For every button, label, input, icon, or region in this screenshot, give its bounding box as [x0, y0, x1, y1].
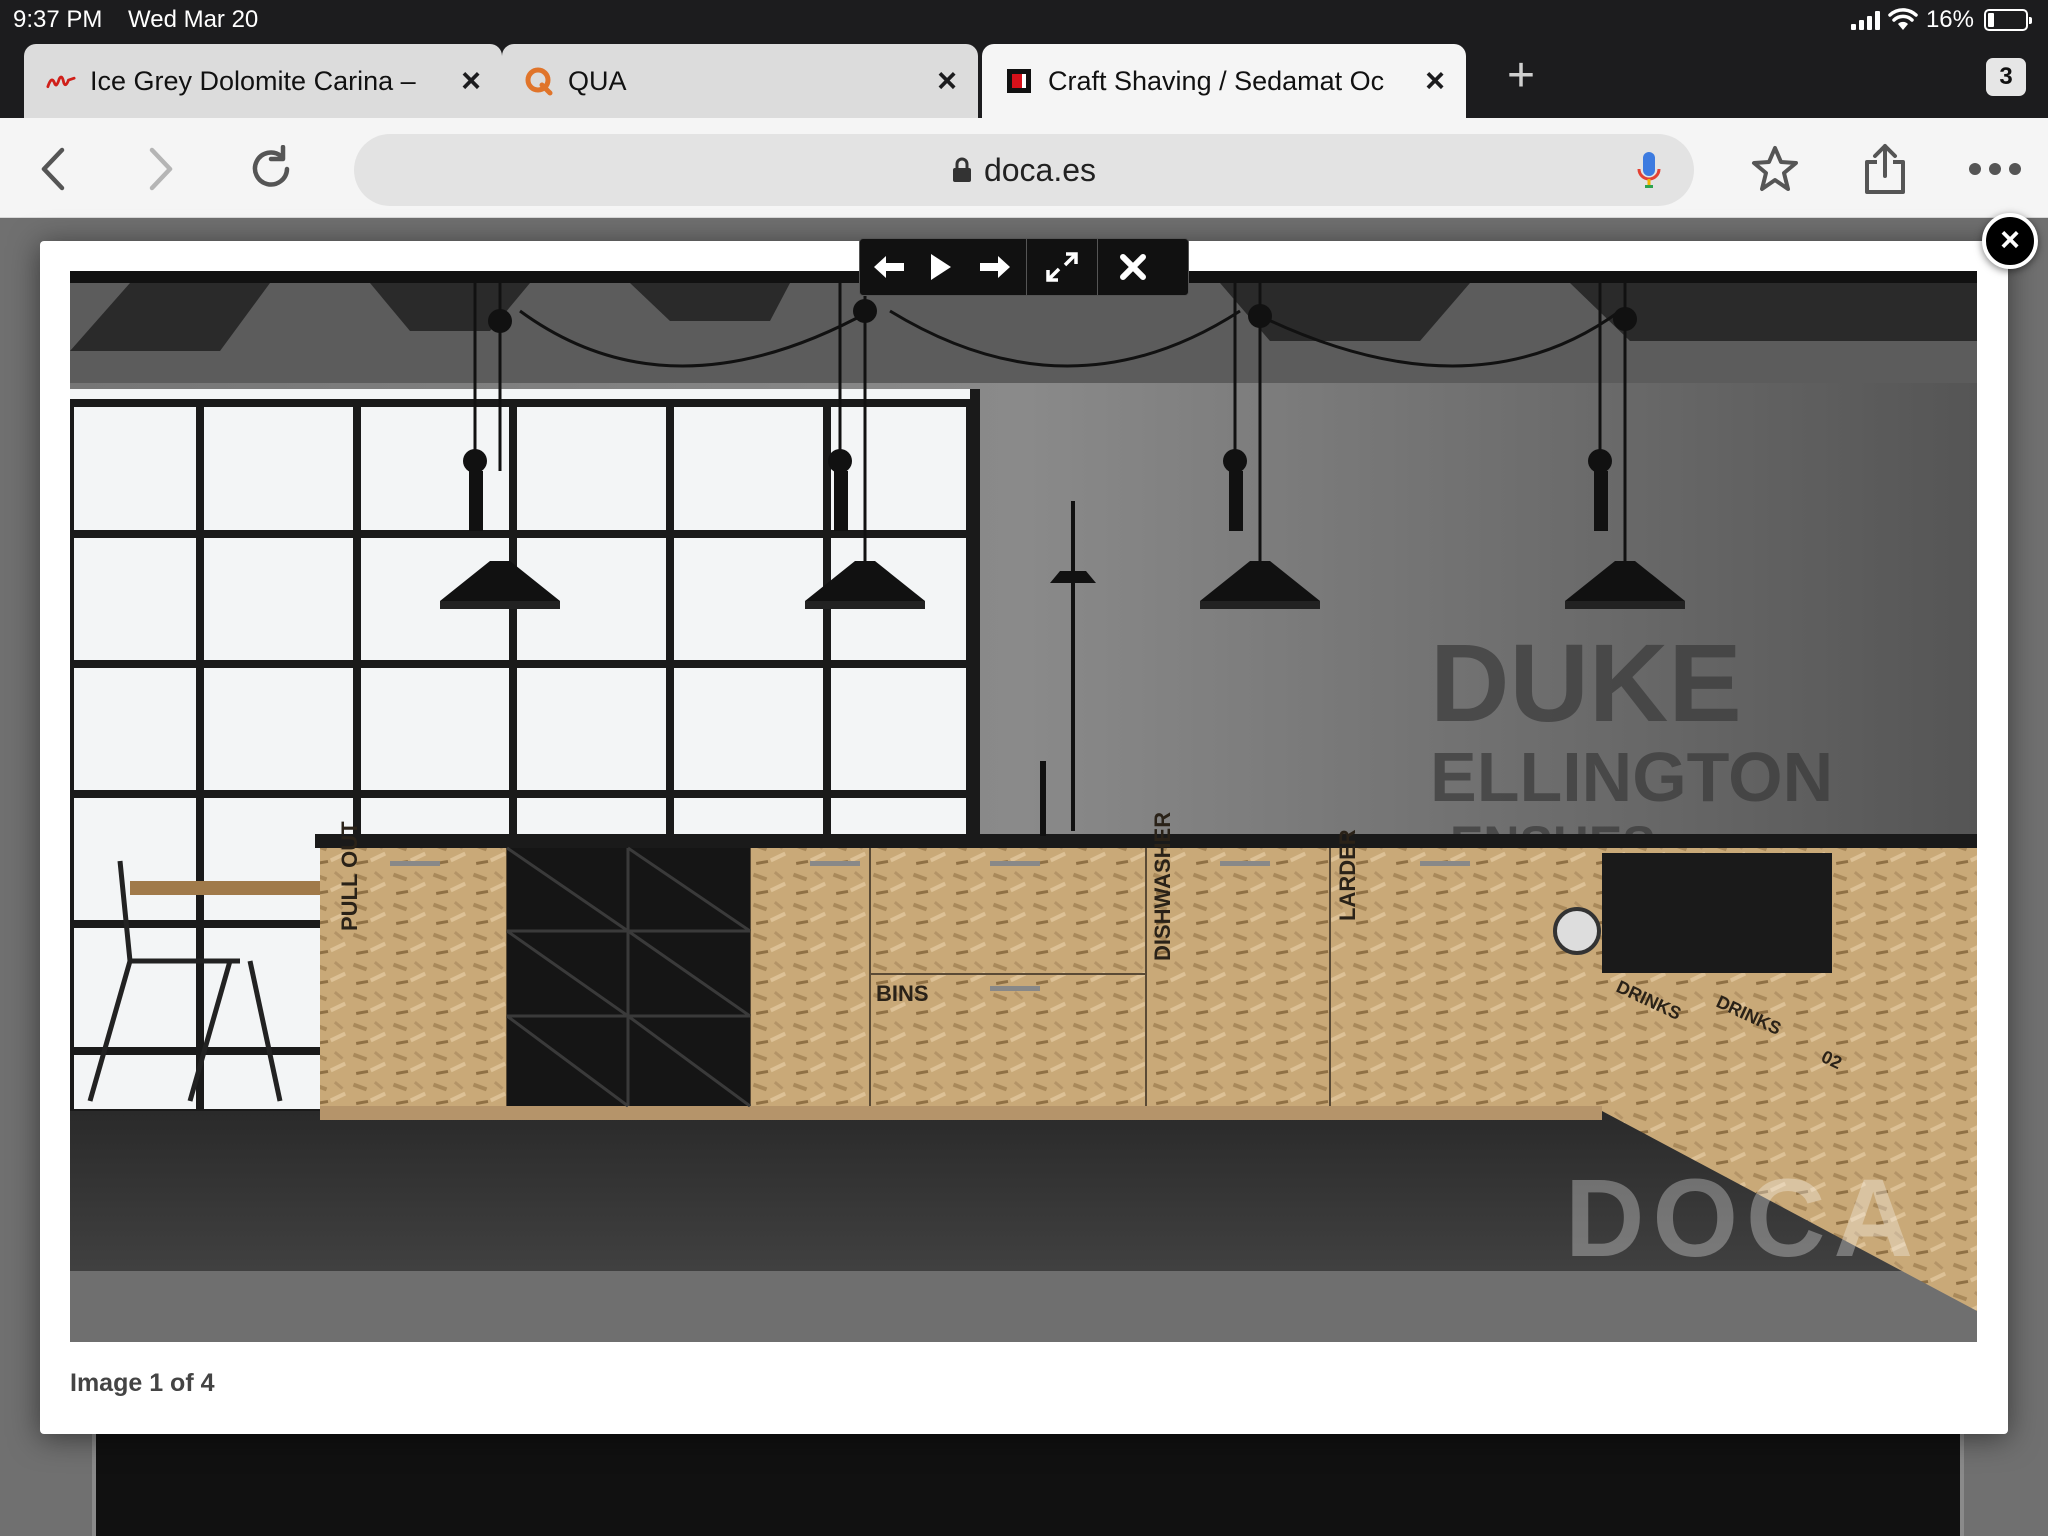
- orange-q-logo-icon: [524, 66, 554, 96]
- status-bar: 9:37 PM Wed Mar 20 16%: [0, 0, 2048, 40]
- wifi-icon: [1888, 8, 1918, 30]
- reload-icon[interactable]: [244, 142, 298, 196]
- close-tab-icon[interactable]: ×: [1418, 64, 1452, 98]
- red-squiggle-logo-icon: [46, 66, 76, 96]
- svg-text:DUKE: DUKE: [1430, 622, 1742, 745]
- share-icon[interactable]: [1858, 142, 1912, 196]
- label-dishwasher: DISHWASHER: [1150, 812, 1175, 961]
- tab-ice-grey-dolomite[interactable]: Ice Grey Dolomite Carina – ×: [24, 44, 502, 118]
- lightbox-close-button[interactable]: ×: [1982, 213, 2038, 269]
- new-tab-plus-icon[interactable]: +: [1496, 52, 1546, 102]
- tab-title: Craft Shaving / Sedamat Oc: [1048, 65, 1385, 96]
- tab-craft-shaving[interactable]: Craft Shaving / Sedamat Oc ×: [982, 44, 1466, 118]
- forward-arrow-icon[interactable]: [134, 142, 188, 196]
- battery-icon: [1984, 9, 2032, 31]
- close-gallery-icon[interactable]: [1098, 239, 1168, 295]
- close-tab-icon[interactable]: ×: [930, 64, 964, 98]
- address-bar[interactable]: doca.es: [354, 134, 1694, 206]
- lock-icon: [952, 157, 971, 182]
- status-time: 9:37 PM: [13, 6, 103, 33]
- bookmark-star-icon[interactable]: [1748, 142, 1802, 196]
- next-arrow-icon[interactable]: [964, 239, 1026, 295]
- label-bins: BINS: [876, 981, 929, 1006]
- play-icon[interactable]: [918, 239, 964, 295]
- tab-count-badge[interactable]: 3: [1986, 58, 2026, 96]
- kitchen-photo: DUKE ELLINGTON ENSHES: [70, 271, 1977, 1342]
- status-date: Wed Mar 20: [128, 6, 259, 33]
- back-arrow-icon[interactable]: [26, 142, 80, 196]
- tab-title: Ice Grey Dolomite Carina –: [90, 65, 416, 96]
- battery-level: [1988, 13, 1994, 27]
- url-text: doca.es: [983, 151, 1097, 188]
- browser-toolbar: doca.es: [0, 118, 2048, 218]
- cellular-signal-icon: [1850, 10, 1880, 30]
- fullscreen-icon[interactable]: [1027, 239, 1097, 295]
- lightbox-dialog: DUKE ELLINGTON ENSHES: [40, 241, 2008, 1434]
- svg-text:ELLINGTON: ELLINGTON: [1430, 738, 1833, 816]
- close-tab-icon[interactable]: ×: [454, 64, 488, 98]
- gallery-controls: [859, 238, 1189, 296]
- tab-strip: Ice Grey Dolomite Carina – × QUA × Craft…: [0, 40, 2048, 118]
- image-caption: Image 1 of 4: [70, 1369, 215, 1397]
- tab-qua[interactable]: QUA ×: [502, 44, 978, 118]
- background-page-image: [92, 1434, 1964, 1536]
- previous-arrow-icon[interactable]: [860, 239, 918, 295]
- status-indicators: 16%: [1850, 6, 2032, 34]
- battery-percent: 16%: [1925, 6, 1974, 33]
- tab-title: QUA: [568, 65, 627, 96]
- more-dots-icon[interactable]: [1968, 142, 2022, 196]
- microphone-icon[interactable]: [1634, 150, 1664, 190]
- label-larder: LARDER: [1335, 829, 1360, 921]
- doca-watermark: DOCA: [1565, 1157, 1921, 1280]
- label-pull-out: PULL OUT: [337, 821, 362, 931]
- gallery-image[interactable]: DUKE ELLINGTON ENSHES: [70, 271, 1977, 1342]
- red-black-square-logo-icon: [1004, 66, 1034, 96]
